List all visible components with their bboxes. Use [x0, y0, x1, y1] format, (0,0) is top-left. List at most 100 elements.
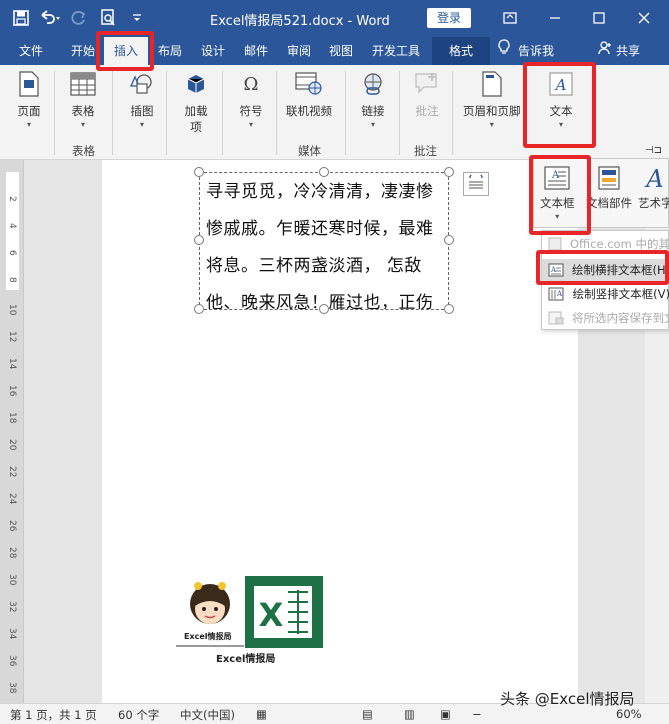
ruler-number: 36 [7, 655, 17, 667]
ruler-number: 4 [7, 223, 17, 229]
film-globe-icon [294, 69, 324, 99]
highlight-textbox-button [529, 155, 591, 235]
group-label-comment: 批注 [414, 144, 437, 158]
tab-file[interactable]: 文件 [8, 37, 54, 65]
tab-developer[interactable]: 开发工具 [364, 37, 428, 65]
layout-options-button[interactable] [463, 170, 489, 196]
document-parts-button[interactable]: 文档部件 [586, 163, 632, 211]
customize-qat-icon[interactable] [126, 6, 148, 30]
resize-handle[interactable] [444, 235, 454, 245]
page-icon [14, 69, 44, 99]
header-page-icon [477, 69, 507, 99]
ruler-number: 28 [7, 547, 17, 559]
pin-icon[interactable]: ⊣⊐ [645, 145, 662, 156]
resize-handle[interactable] [444, 304, 454, 314]
person-icon [598, 37, 612, 65]
ruler-number: 38 [7, 682, 17, 694]
login-button[interactable]: 登录 [427, 8, 471, 28]
language[interactable]: 中文(中国) [180, 707, 235, 723]
omega-icon: Ω [236, 69, 266, 99]
wordart-icon: A [640, 163, 669, 193]
share-button[interactable]: 共享 [598, 37, 650, 65]
close-icon[interactable] [629, 6, 659, 30]
print-layout-icon[interactable]: ▥ [404, 707, 415, 721]
word-count[interactable]: 60 个字 [118, 707, 159, 723]
menu-item-draw-vertical-textbox[interactable]: A 绘制竖排文本框(V) [542, 283, 669, 305]
tab-review[interactable]: 审阅 [280, 37, 318, 65]
ribbon-display-options-icon[interactable] [495, 6, 525, 30]
comment-button[interactable]: 批注 [412, 69, 442, 119]
vertical-textbox-icon: A [548, 286, 565, 302]
layout-options-icon [467, 170, 485, 194]
poem-line: 惨戚戚。乍暖还寒时候，最难 [206, 219, 434, 239]
resize-handle[interactable] [319, 304, 329, 314]
save-icon[interactable] [10, 6, 32, 30]
tell-me-box[interactable]: 告诉我 [498, 37, 570, 65]
print-preview-icon[interactable] [97, 6, 119, 30]
highlight-text-button [523, 62, 596, 148]
online-video-button[interactable]: 联机视频 [286, 69, 332, 119]
source-watermark: 头条 @Excel情报局 [500, 690, 635, 708]
tell-me-label: 告诉我 [518, 44, 555, 58]
tab-design[interactable]: 设计 [194, 37, 232, 65]
redo-icon[interactable] [68, 6, 90, 30]
illustrations-button[interactable]: 插图 ▾ [127, 69, 157, 129]
ruler-number: 20 [7, 439, 17, 451]
vertical-ruler: 246810121416182022242628303234363840 [0, 160, 24, 720]
maximize-icon[interactable] [584, 6, 614, 30]
ruler-number: 8 [7, 277, 17, 283]
header-footer-button[interactable]: 页眉和页脚 ▾ [463, 69, 521, 129]
group-label-table: 表格 [72, 144, 95, 158]
resize-handle[interactable] [194, 304, 204, 314]
addin-cube-icon [181, 69, 211, 99]
svg-text:A: A [556, 290, 563, 298]
zoom-level[interactable]: 60% [616, 707, 642, 721]
ruler-number: 6 [7, 250, 17, 256]
table-button[interactable]: 表格 ▾ [68, 69, 98, 129]
shapes-icon [127, 69, 157, 99]
ruler-number: 34 [7, 628, 17, 640]
lightbulb-icon [498, 37, 510, 65]
logo-caption: Excel情报局 [216, 654, 276, 665]
wordart-button[interactable]: A 艺术字 [638, 163, 669, 211]
svg-text:A: A [645, 165, 664, 191]
word-window: Excel情报局521.docx - Word 登录 文件 开始 插入 布局 设… [0, 0, 669, 724]
poem-line: 寻寻觅觅，冷冷清清，凄凄惨 [206, 182, 434, 202]
logo-badge-text: Excel情报局 [184, 632, 232, 641]
link-globe-icon [358, 69, 388, 99]
resize-handle[interactable] [194, 235, 204, 245]
pages-button[interactable]: 页面 ▾ [14, 69, 44, 129]
highlight-horizontal-textbox [536, 250, 669, 285]
text-box[interactable]: 寻寻觅觅，冷冷清清，凄凄惨 惨戚戚。乍暖还寒时候，最难 将息。三杯两盏淡酒， 怎… [199, 172, 449, 310]
links-button[interactable]: 链接 ▾ [358, 69, 388, 129]
resize-handle[interactable] [194, 167, 204, 177]
excel-info-logo: X Excel情报局 Excel情报局 [176, 576, 326, 666]
zoom-out-icon[interactable]: − [472, 707, 482, 721]
tab-format[interactable]: 格式 [432, 37, 490, 65]
resize-handle[interactable] [319, 167, 329, 177]
tab-view[interactable]: 视图 [322, 37, 360, 65]
undo-icon[interactable] [39, 6, 61, 30]
tab-layout[interactable]: 布局 [150, 37, 190, 65]
macro-record-icon[interactable]: ▦ [256, 707, 267, 721]
ruler-number: 12 [7, 331, 17, 343]
menu-item-save-to-gallery[interactable]: 将所选内容保存到文本框库 [542, 307, 669, 329]
addins-button[interactable]: 加载项 [181, 69, 211, 135]
ruler-number: 2 [7, 196, 17, 202]
tab-mailings[interactable]: 邮件 [237, 37, 275, 65]
minimize-icon[interactable] [540, 6, 570, 30]
ruler-number: 26 [7, 520, 17, 532]
ruler-number: 30 [7, 574, 17, 586]
symbols-button[interactable]: Ω 符号 ▾ [236, 69, 266, 129]
ruler-number: 22 [7, 466, 17, 478]
read-mode-icon[interactable]: ▤ [362, 707, 373, 721]
page-count[interactable]: 第 1 页，共 1 页 [10, 707, 97, 723]
ruler-number: 10 [7, 304, 17, 316]
svg-text:Ω: Ω [244, 74, 259, 95]
new-comment-icon [412, 69, 442, 99]
web-layout-icon[interactable]: ▣ [440, 707, 451, 721]
share-label: 共享 [616, 44, 641, 58]
ruler-number: 32 [7, 601, 17, 613]
document-title: Excel情报局521.docx - Word [210, 14, 390, 29]
resize-handle[interactable] [444, 167, 454, 177]
